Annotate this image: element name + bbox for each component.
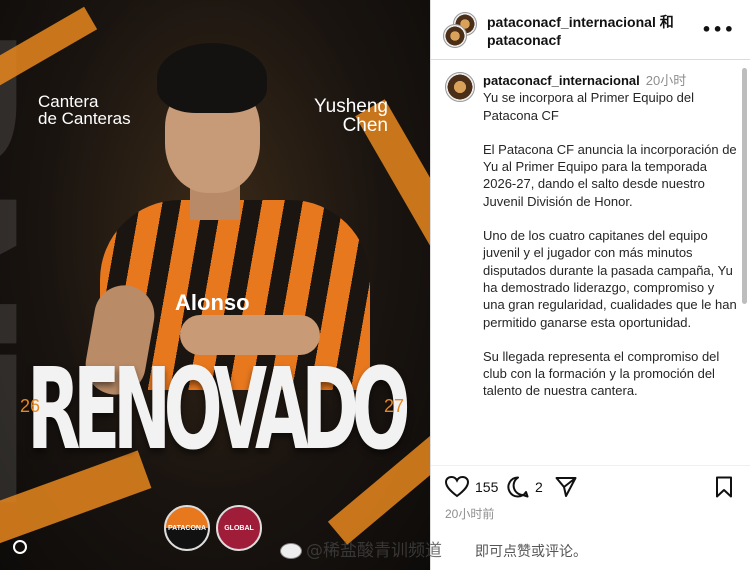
caption-paragraph: Yu se incorpora al Primer Equipo del Pat… — [483, 90, 695, 123]
save-button[interactable] — [715, 476, 733, 503]
avatar[interactable] — [443, 24, 467, 48]
caption-time: 20小时 — [645, 73, 687, 88]
watermark: @稀盐酸青训频道 — [280, 536, 442, 561]
season-start: 26 — [20, 396, 41, 416]
post-image[interactable]: RNT Cantera de Canteras Yusheng Chen Alo… — [0, 0, 430, 570]
login-prompt: 即可点赞或评论。 — [475, 543, 587, 559]
caption-username[interactable]: pataconacf_internacional — [483, 73, 640, 88]
poster-headline: RENOVADO — [26, 345, 411, 475]
season-end: 27 — [384, 396, 405, 416]
caption-paragraph: El Patacona CF anuncia la incorporación … — [483, 141, 737, 209]
caption-paragraph: Uno de los cuatro capitanes del equipo j… — [483, 228, 737, 330]
send-icon[interactable] — [555, 476, 577, 498]
player-figure: Alonso — [80, 35, 385, 400]
post-header: pataconacf_internacional 和 pataconacf ••… — [431, 0, 750, 60]
club-crest-global: GLOBAL — [216, 505, 262, 551]
tagged-user-icon[interactable] — [13, 540, 27, 554]
action-bar: 155 2 — [431, 465, 750, 505]
player-hair — [157, 43, 267, 113]
caption-scroll-area[interactable]: pataconacf_internacional 20小时 Yu se incor… — [431, 60, 750, 465]
more-options-icon[interactable]: ••• — [701, 20, 735, 39]
watermark-text: @稀盐酸青训频道 — [306, 541, 442, 561]
comment-button[interactable]: 2 — [507, 476, 543, 498]
like-count: 155 — [475, 479, 499, 495]
comment-count: 2 — [535, 479, 543, 495]
post-timestamp[interactable]: 20小时前 — [445, 505, 494, 522]
collab-avatars[interactable] — [443, 12, 479, 48]
root: RNT Cantera de Canteras Yusheng Chen Alo… — [0, 0, 750, 570]
caption: pataconacf_internacional 20小时 Yu se incor… — [483, 72, 738, 417]
caption-paragraph: Su llegada representa el compromiso del … — [483, 348, 720, 399]
heart-icon[interactable] — [445, 476, 469, 498]
post-detail-panel: pataconacf_internacional 和 pataconacf ••… — [430, 0, 750, 570]
share-button[interactable] — [555, 476, 583, 498]
comment-icon[interactable] — [507, 476, 529, 498]
scrollbar[interactable] — [742, 68, 747, 304]
post-authors[interactable]: pataconacf_internacional 和 pataconacf — [487, 13, 697, 49]
shirt-sponsor: Alonso — [175, 290, 250, 315]
club-crest-patacona: PATACONA — [164, 505, 210, 551]
like-button[interactable]: 155 — [445, 476, 498, 498]
bookmark-icon[interactable] — [715, 476, 733, 498]
avatar[interactable] — [445, 72, 475, 102]
weibo-icon — [280, 543, 302, 559]
